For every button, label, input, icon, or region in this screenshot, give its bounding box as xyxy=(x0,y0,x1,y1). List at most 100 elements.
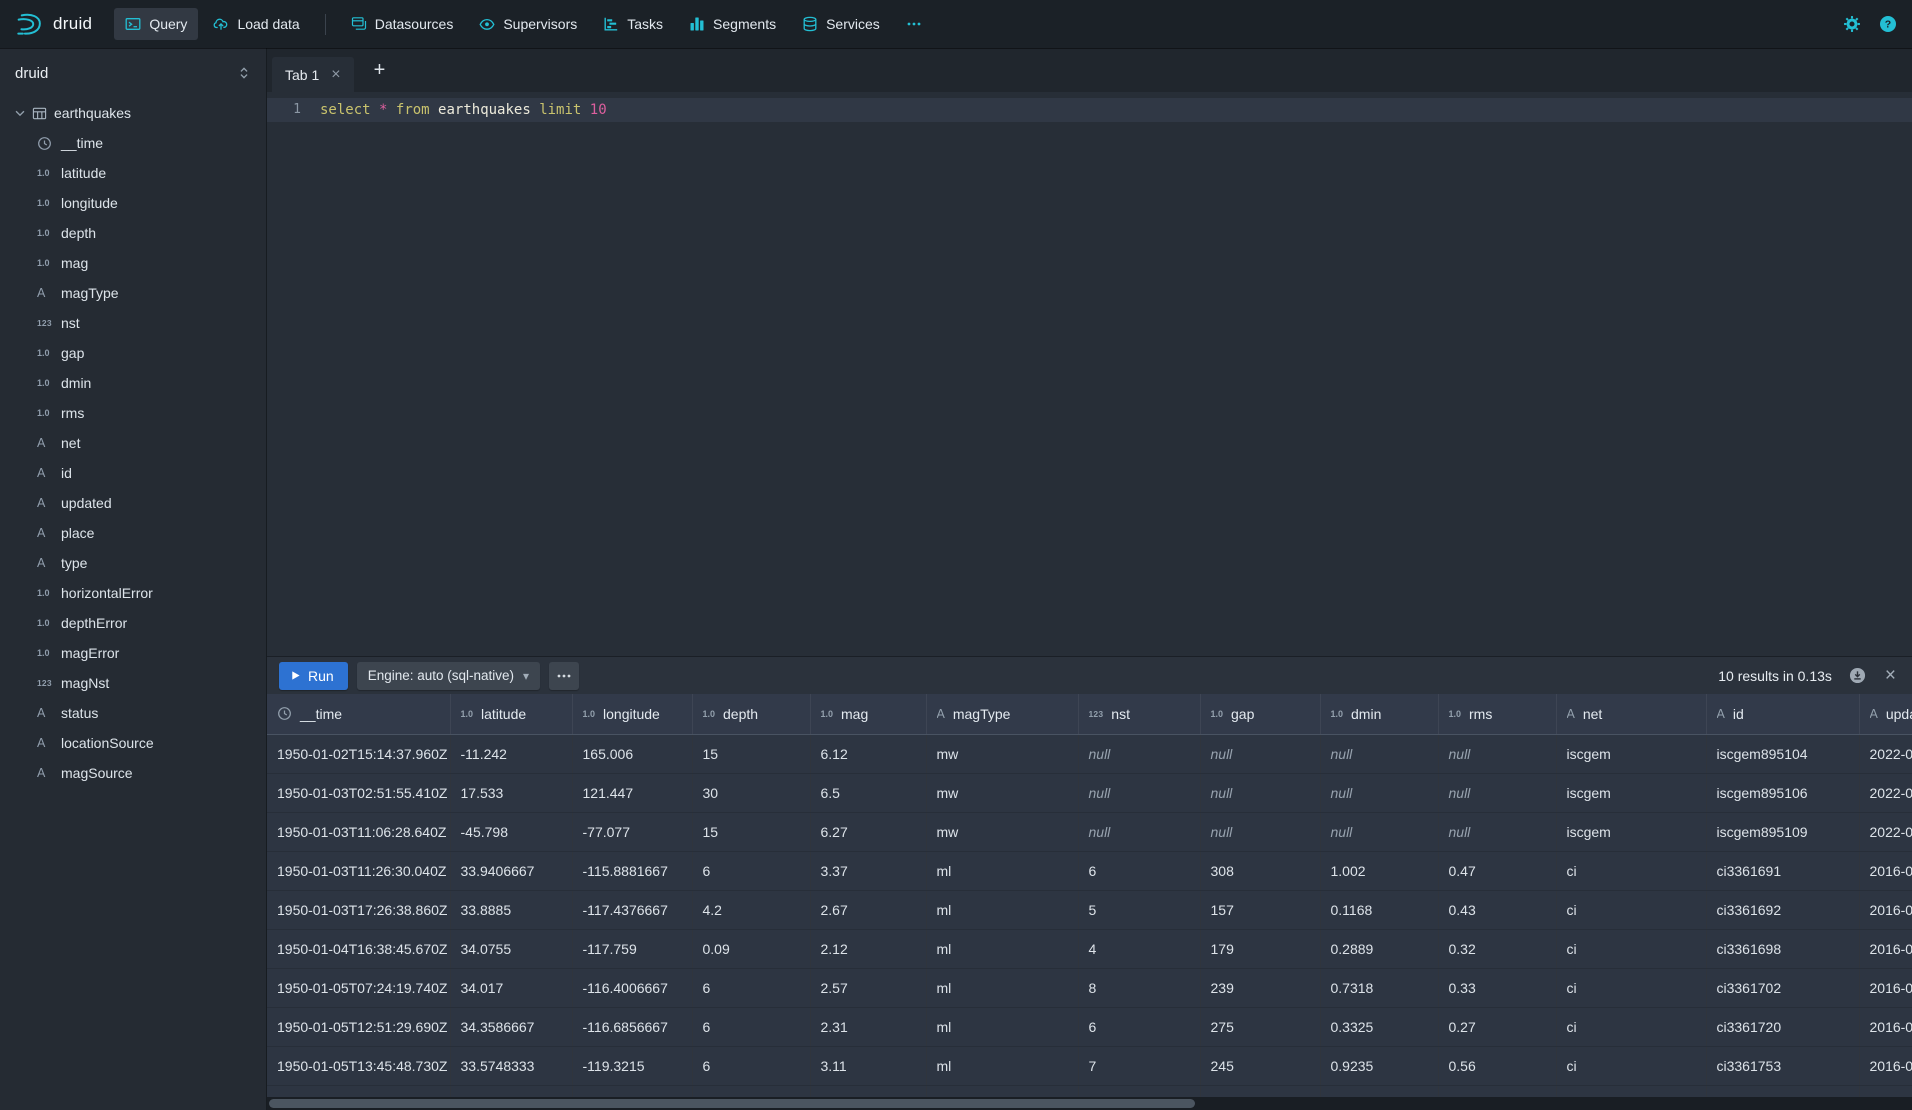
table-cell[interactable]: 2016-0 xyxy=(1859,851,1912,890)
add-tab-button[interactable]: + xyxy=(368,60,392,80)
table-cell[interactable]: iscgem xyxy=(1556,812,1706,851)
table-cell[interactable]: 6 xyxy=(692,1007,810,1046)
table-cell[interactable]: -116.4006667 xyxy=(572,968,692,1007)
table-cell[interactable]: 8 xyxy=(1078,968,1200,1007)
sidebar-column-type[interactable]: Atype xyxy=(0,548,266,578)
table-cell[interactable]: 0.9235 xyxy=(1320,1046,1438,1085)
table-cell[interactable]: 6 xyxy=(1078,1007,1200,1046)
code-area[interactable]: select * from earthquakes limit 10 xyxy=(315,92,1912,656)
table-cell[interactable]: null xyxy=(1320,773,1438,812)
sidebar-column-depth[interactable]: 1.0depth xyxy=(0,218,266,248)
schema-selector[interactable]: druid xyxy=(0,48,266,98)
table-cell[interactable]: 1950-01-04T16:38:45.670Z xyxy=(267,929,450,968)
table-cell[interactable]: null xyxy=(1320,812,1438,851)
sidebar-datasource-earthquakes[interactable]: earthquakes xyxy=(0,98,266,128)
close-results-button[interactable]: × xyxy=(1881,666,1900,685)
nav-item-query[interactable]: Query xyxy=(114,8,198,40)
sidebar-column-net[interactable]: Anet xyxy=(0,428,266,458)
table-cell[interactable]: ml xyxy=(926,1007,1078,1046)
table-cell[interactable]: 5 xyxy=(1078,890,1200,929)
table-cell[interactable]: 6 xyxy=(1078,851,1200,890)
table-cell[interactable]: 1950-01-05T07:24:19.740Z xyxy=(267,968,450,1007)
column-header-net[interactable]: Anet xyxy=(1556,694,1706,734)
run-button[interactable]: Run xyxy=(279,662,348,690)
table-cell[interactable]: 157 xyxy=(1200,890,1320,929)
table-cell[interactable]: 0.27 xyxy=(1438,1007,1556,1046)
table-cell[interactable]: 33.8885 xyxy=(450,890,572,929)
table-cell[interactable]: iscgem xyxy=(1556,734,1706,773)
column-header-__time[interactable]: __time xyxy=(267,694,450,734)
sidebar-column-__time[interactable]: __time xyxy=(0,128,266,158)
nav-item-more[interactable] xyxy=(895,8,933,40)
sidebar-column-magType[interactable]: AmagType xyxy=(0,278,266,308)
table-cell[interactable]: iscgem895109 xyxy=(1706,812,1859,851)
table-cell[interactable]: null xyxy=(1438,773,1556,812)
table-cell[interactable]: null xyxy=(1078,812,1200,851)
sidebar-column-gap[interactable]: 1.0gap xyxy=(0,338,266,368)
table-cell[interactable]: ci xyxy=(1556,968,1706,1007)
table-cell[interactable]: null xyxy=(1438,812,1556,851)
table-cell[interactable]: null xyxy=(1320,734,1438,773)
table-cell[interactable]: 239 xyxy=(1200,968,1320,1007)
table-cell[interactable]: iscgem895104 xyxy=(1706,734,1859,773)
table-cell[interactable]: 0.33 xyxy=(1438,968,1556,1007)
sidebar-column-nst[interactable]: 123nst xyxy=(0,308,266,338)
table-cell[interactable]: 308 xyxy=(1200,851,1320,890)
column-header-id[interactable]: Aid xyxy=(1706,694,1859,734)
sidebar-column-status[interactable]: Astatus xyxy=(0,698,266,728)
table-cell[interactable]: 1.002 xyxy=(1320,851,1438,890)
sidebar-column-depthError[interactable]: 1.0depthError xyxy=(0,608,266,638)
table-cell[interactable]: 6.27 xyxy=(810,812,926,851)
column-header-nst[interactable]: 123nst xyxy=(1078,694,1200,734)
query-more-button[interactable] xyxy=(549,662,579,690)
sidebar-column-rms[interactable]: 1.0rms xyxy=(0,398,266,428)
table-cell[interactable]: 15 xyxy=(692,812,810,851)
table-cell[interactable]: mw xyxy=(926,773,1078,812)
table-cell[interactable]: mw xyxy=(926,812,1078,851)
sidebar-column-latitude[interactable]: 1.0latitude xyxy=(0,158,266,188)
sidebar-column-magNst[interactable]: 123magNst xyxy=(0,668,266,698)
help-button[interactable]: ? xyxy=(1879,15,1897,33)
table-cell[interactable]: 0.32 xyxy=(1438,929,1556,968)
table-cell[interactable]: ci3361692 xyxy=(1706,890,1859,929)
table-cell[interactable]: 2016-0 xyxy=(1859,968,1912,1007)
table-cell[interactable]: ml xyxy=(926,890,1078,929)
download-results-button[interactable] xyxy=(1849,667,1866,684)
table-cell[interactable]: 17.533 xyxy=(450,773,572,812)
table-cell[interactable]: 0.09 xyxy=(692,929,810,968)
table-cell[interactable]: ci xyxy=(1556,1046,1706,1085)
column-header-magType[interactable]: AmagType xyxy=(926,694,1078,734)
table-cell[interactable]: 165.006 xyxy=(572,734,692,773)
nav-item-segments[interactable]: Segments xyxy=(678,8,787,40)
table-cell[interactable]: ml xyxy=(926,851,1078,890)
table-cell[interactable]: ml xyxy=(926,968,1078,1007)
table-cell[interactable]: 33.9406667 xyxy=(450,851,572,890)
settings-gear-button[interactable] xyxy=(1843,15,1861,33)
nav-item-load-data[interactable]: Load data xyxy=(202,8,310,40)
table-cell[interactable]: -116.6856667 xyxy=(572,1007,692,1046)
table-cell[interactable]: 0.2889 xyxy=(1320,929,1438,968)
table-cell[interactable]: -119.3215 xyxy=(572,1046,692,1085)
table-cell[interactable]: ci3361702 xyxy=(1706,968,1859,1007)
sidebar-column-magSource[interactable]: AmagSource xyxy=(0,758,266,788)
sidebar-column-longitude[interactable]: 1.0longitude xyxy=(0,188,266,218)
table-cell[interactable]: iscgem895106 xyxy=(1706,773,1859,812)
table-cell[interactable]: 0.56 xyxy=(1438,1046,1556,1085)
table-cell[interactable]: 6.12 xyxy=(810,734,926,773)
table-cell[interactable]: 6 xyxy=(692,851,810,890)
table-cell[interactable]: 1950-01-05T12:51:29.690Z xyxy=(267,1007,450,1046)
table-cell[interactable]: 1950-01-03T11:06:28.640Z xyxy=(267,812,450,851)
sql-editor[interactable]: 1 select * from earthquakes limit 10 xyxy=(267,92,1912,656)
table-cell[interactable]: ci3361753 xyxy=(1706,1046,1859,1085)
sidebar-column-locationSource[interactable]: AlocationSource xyxy=(0,728,266,758)
table-cell[interactable]: 179 xyxy=(1200,929,1320,968)
table-cell[interactable]: 2.31 xyxy=(810,1007,926,1046)
table-cell[interactable]: 0.47 xyxy=(1438,851,1556,890)
table-cell[interactable]: 0.7318 xyxy=(1320,968,1438,1007)
engine-select[interactable]: Engine: auto (sql-native) ▾ xyxy=(357,662,540,690)
table-cell[interactable]: 2016-0 xyxy=(1859,890,1912,929)
table-cell[interactable]: 30 xyxy=(692,773,810,812)
table-cell[interactable]: 6 xyxy=(692,968,810,1007)
table-cell[interactable]: 1950-01-02T15:14:37.960Z xyxy=(267,734,450,773)
table-cell[interactable]: 0.43 xyxy=(1438,890,1556,929)
